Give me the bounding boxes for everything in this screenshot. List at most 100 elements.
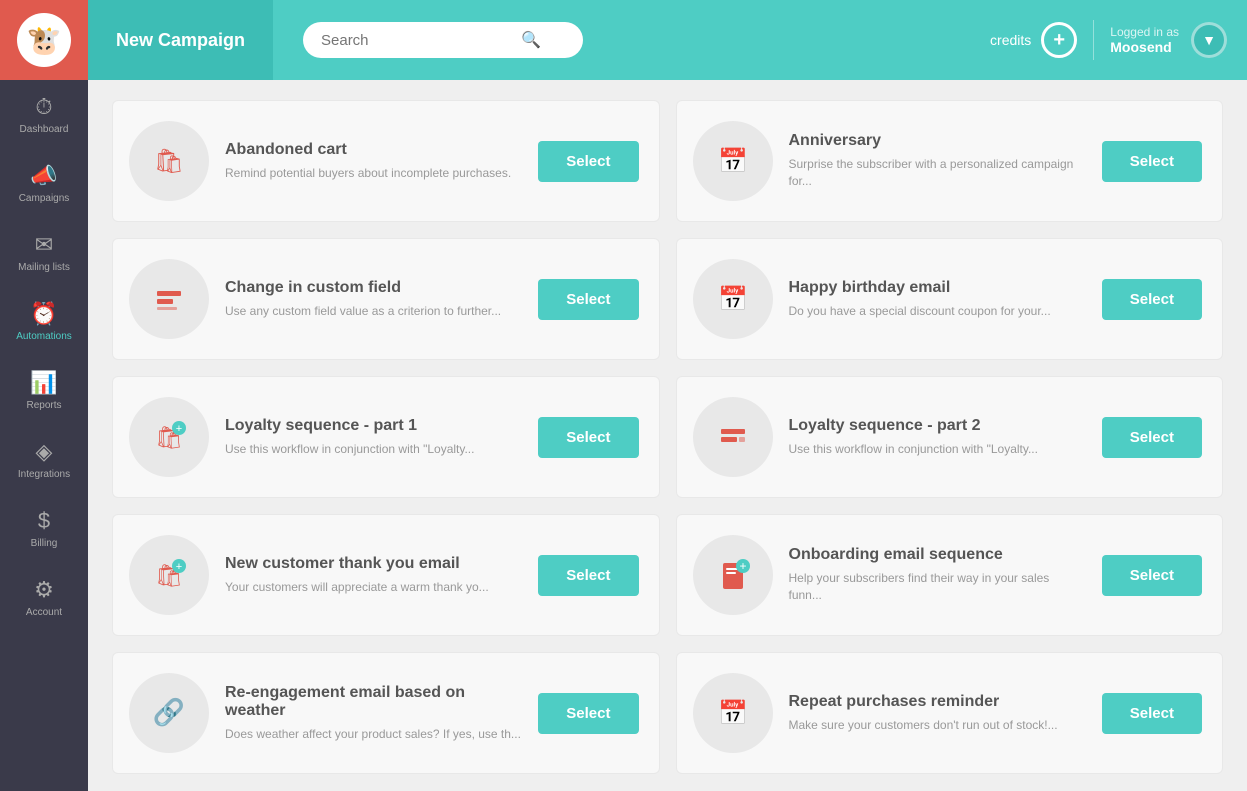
svg-text:🛍: 🛍 [154,148,184,175]
card-icon-onboarding: + [693,535,773,615]
sidebar-item-dashboard[interactable]: ⏱ Dashboard [0,80,88,149]
card-title-anniversary: Anniversary [789,132,1086,150]
campaigns-icon: 📣 [30,163,57,189]
card-change-custom-field: Change in custom field Use any custom fi… [112,238,660,360]
card-content-new-customer-thank-you: New customer thank you email Your custom… [225,555,522,596]
sidebar-item-integrations[interactable]: ◈ Integrations [0,425,88,494]
card-desc-reengagement: Does weather affect your product sales? … [225,726,522,743]
card-content-reengagement: Re-engagement email based on weather Doe… [225,684,522,743]
search-icon: 🔍 [521,30,541,50]
campaigns-grid: 🛍 Abandoned cart Remind potential buyers… [112,100,1223,774]
card-loyalty-1: 🛍 + Loyalty sequence - part 1 Use this w… [112,376,660,498]
select-button-abandoned-cart[interactable]: Select [538,141,638,182]
card-content-loyalty-1: Loyalty sequence - part 1 Use this workf… [225,417,522,458]
card-icon-repeat-purchases: 📅 [693,673,773,753]
card-onboarding: + Onboarding email sequence Help your su… [676,514,1224,636]
card-content-change-custom-field: Change in custom field Use any custom fi… [225,279,522,320]
search-input[interactable] [321,32,521,49]
svg-text:📅: 📅 [718,699,748,727]
sidebar-item-campaigns[interactable]: 📣 Campaigns [0,149,88,218]
card-content-happy-birthday: Happy birthday email Do you have a speci… [789,279,1086,320]
card-icon-reengagement: 🔗 [129,673,209,753]
card-title-change-custom-field: Change in custom field [225,279,522,297]
birthday-calendar-icon: 📅 [707,273,759,325]
svg-text:📅: 📅 [718,285,748,313]
new-campaign-area: New Campaign [88,0,273,80]
sidebar-label-reports: Reports [26,400,61,411]
credits-area: credits + [990,22,1077,58]
card-anniversary: 📅 Anniversary Surprise the subscriber wi… [676,100,1224,222]
automations-icon: ⏰ [30,301,57,327]
card-title-repeat-purchases: Repeat purchases reminder [789,693,1086,711]
loyalty2-field-icon [707,411,759,463]
card-new-customer-thank-you: 🛍 + New customer thank you email Your cu… [112,514,660,636]
card-desc-change-custom-field: Use any custom field value as a criterio… [225,303,522,320]
sidebar-label-dashboard: Dashboard [20,124,69,135]
select-button-anniversary[interactable]: Select [1102,141,1202,182]
card-happy-birthday: 📅 Happy birthday email Do you have a spe… [676,238,1224,360]
topbar-divider [1093,20,1094,60]
logo[interactable]: 🐮 [0,0,88,80]
card-title-reengagement: Re-engagement email based on weather [225,684,522,720]
logged-in-text: Logged in as Moosend [1110,25,1179,55]
reports-icon: 📊 [30,370,57,396]
sidebar-item-mailing-lists[interactable]: ✉ Mailing lists [0,218,88,287]
search-box[interactable]: 🔍 [303,22,583,58]
card-content-loyalty-2: Loyalty sequence - part 2 Use this workf… [789,417,1086,458]
sidebar-label-mailing-lists: Mailing lists [18,262,70,273]
logged-in-area: Logged in as Moosend ▼ [1110,22,1227,58]
card-content-abandoned-cart: Abandoned cart Remind potential buyers a… [225,141,522,182]
sidebar-item-automations[interactable]: ⏰ Automations [0,287,88,356]
sidebar-item-reports[interactable]: 📊 Reports [0,356,88,425]
integrations-icon: ◈ [36,439,53,465]
card-icon-happy-birthday: 📅 [693,259,773,339]
sidebar-item-billing[interactable]: $ Billing [0,494,88,563]
card-content-onboarding: Onboarding email sequence Help your subs… [789,546,1086,604]
repeat-purchases-calendar-icon: 📅 [707,687,759,739]
svg-text:📅: 📅 [718,147,748,175]
select-button-loyalty-2[interactable]: Select [1102,417,1202,458]
dashboard-icon: ⏱ [35,94,52,120]
svg-text:+: + [176,561,182,573]
search-area: 🔍 [273,22,990,58]
card-desc-happy-birthday: Do you have a special discount coupon fo… [789,303,1086,320]
card-icon-loyalty-1: 🛍 + [129,397,209,477]
card-title-happy-birthday: Happy birthday email [789,279,1086,297]
card-icon-new-customer-thank-you: 🛍 + [129,535,209,615]
topbar-right: credits + Logged in as Moosend ▼ [990,20,1247,60]
sidebar-label-billing: Billing [31,538,58,549]
card-title-loyalty-2: Loyalty sequence - part 2 [789,417,1086,435]
card-title-new-customer-thank-you: New customer thank you email [225,555,522,573]
select-button-repeat-purchases[interactable]: Select [1102,693,1202,734]
card-title-onboarding: Onboarding email sequence [789,546,1086,564]
card-icon-abandoned-cart: 🛍 [129,121,209,201]
card-abandoned-cart: 🛍 Abandoned cart Remind potential buyers… [112,100,660,222]
card-loyalty-2: Loyalty sequence - part 2 Use this workf… [676,376,1224,498]
onboarding-doc-icon: + [707,549,759,601]
select-button-reengagement[interactable]: Select [538,693,638,734]
mailing-lists-icon: ✉ [35,232,53,258]
user-dropdown-button[interactable]: ▼ [1191,22,1227,58]
cart-icon: 🛍 [143,135,195,187]
content-area: 🛍 Abandoned cart Remind potential buyers… [88,80,1247,791]
topbar: New Campaign 🔍 credits + Logged in as Mo… [88,0,1247,80]
select-button-onboarding[interactable]: Select [1102,555,1202,596]
card-desc-repeat-purchases: Make sure your customers don't run out o… [789,717,1086,734]
select-button-change-custom-field[interactable]: Select [538,279,638,320]
select-button-new-customer-thank-you[interactable]: Select [538,555,638,596]
card-title-loyalty-1: Loyalty sequence - part 1 [225,417,522,435]
logo-icon: 🐮 [17,13,71,67]
select-button-loyalty-1[interactable]: Select [538,417,638,458]
username-label: Moosend [1110,39,1179,55]
card-desc-loyalty-1: Use this workflow in conjunction with "L… [225,441,522,458]
card-desc-onboarding: Help your subscribers find their way in … [789,570,1086,604]
select-button-happy-birthday[interactable]: Select [1102,279,1202,320]
sidebar-item-account[interactable]: ⚙ Account [0,563,88,632]
field-icon [143,273,195,325]
main-area: New Campaign 🔍 credits + Logged in as Mo… [88,0,1247,791]
anniversary-calendar-icon: 📅 [707,135,759,187]
card-desc-anniversary: Surprise the subscriber with a personali… [789,156,1086,190]
loyalty1-cart-icon: 🛍 + [143,411,195,463]
card-icon-change-custom-field [129,259,209,339]
add-credits-button[interactable]: + [1041,22,1077,58]
